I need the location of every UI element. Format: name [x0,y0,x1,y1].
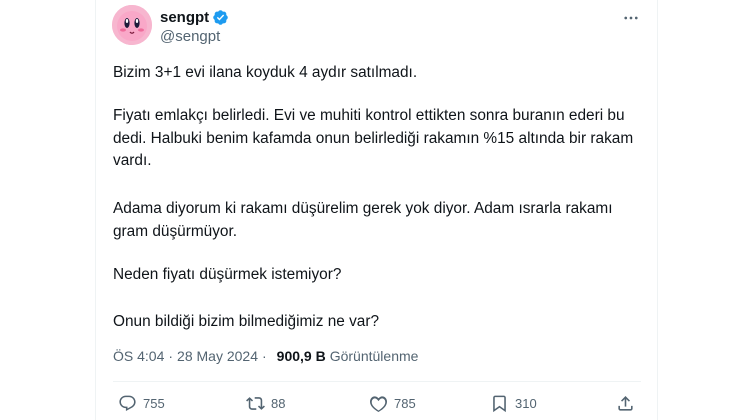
tweet-actions-bar: 755 88 785 310 [116,394,640,416]
tweet-card: sengpt @sengpt Bizim 3+1 evi ilana koydu… [96,0,657,420]
tweet-date[interactable]: 28 May 2024 [177,348,258,364]
more-horizontal-icon [624,16,638,20]
bookmark-count: 310 [515,396,537,411]
bookmark-icon [493,395,506,413]
timeline-right-border [657,0,658,420]
reply-button[interactable]: 755 [118,394,165,413]
avatar[interactable] [112,5,152,45]
tweet-paragraph: Onun bildiği bizim bilmediğimiz ne var? [113,313,380,330]
like-button[interactable]: 785 [369,394,416,413]
tweet-time[interactable]: ÖS 4:04 [113,348,164,364]
bookmark-count-button[interactable]: 310 [490,394,537,413]
reply-icon [119,395,136,412]
tweet-paragraph: Adama diyorum ki rakamı düşürelim gerek … [113,200,613,240]
meta-separator: · [262,348,267,364]
tweet-paragraph: Neden fiyatı düşürmek istemiyor? [113,266,342,283]
tweet-paragraph: Fiyatı emlakçı belirledi. Evi ve muhiti … [113,107,634,169]
tweet-paragraph: Bizim 3+1 evi ilana koyduk 4 aydır satıl… [113,64,418,81]
kirby-avatar-icon [112,5,152,45]
meta-separator: · [168,348,174,364]
tweet-metadata: ÖS 4:04 · 28 May 2024 · 900,9 B Görüntül… [113,348,418,364]
share-icon [618,396,633,411]
retweet-icon [246,397,265,410]
more-options-button[interactable] [620,8,642,28]
heart-icon [370,396,387,412]
author-handle[interactable]: @sengpt [160,28,220,45]
divider [113,381,641,382]
share-button[interactable] [616,394,641,413]
author-name-row: sengpt [160,9,229,26]
author-display-name[interactable]: sengpt [160,9,209,26]
reply-count: 755 [143,396,165,411]
views-label: Görüntülenme [329,348,419,364]
like-count: 785 [394,396,416,411]
retweet-button[interactable]: 88 [246,394,285,413]
verified-badge-icon [213,10,228,25]
views-count: 900,9 B [276,348,326,364]
retweet-count: 88 [271,396,286,411]
